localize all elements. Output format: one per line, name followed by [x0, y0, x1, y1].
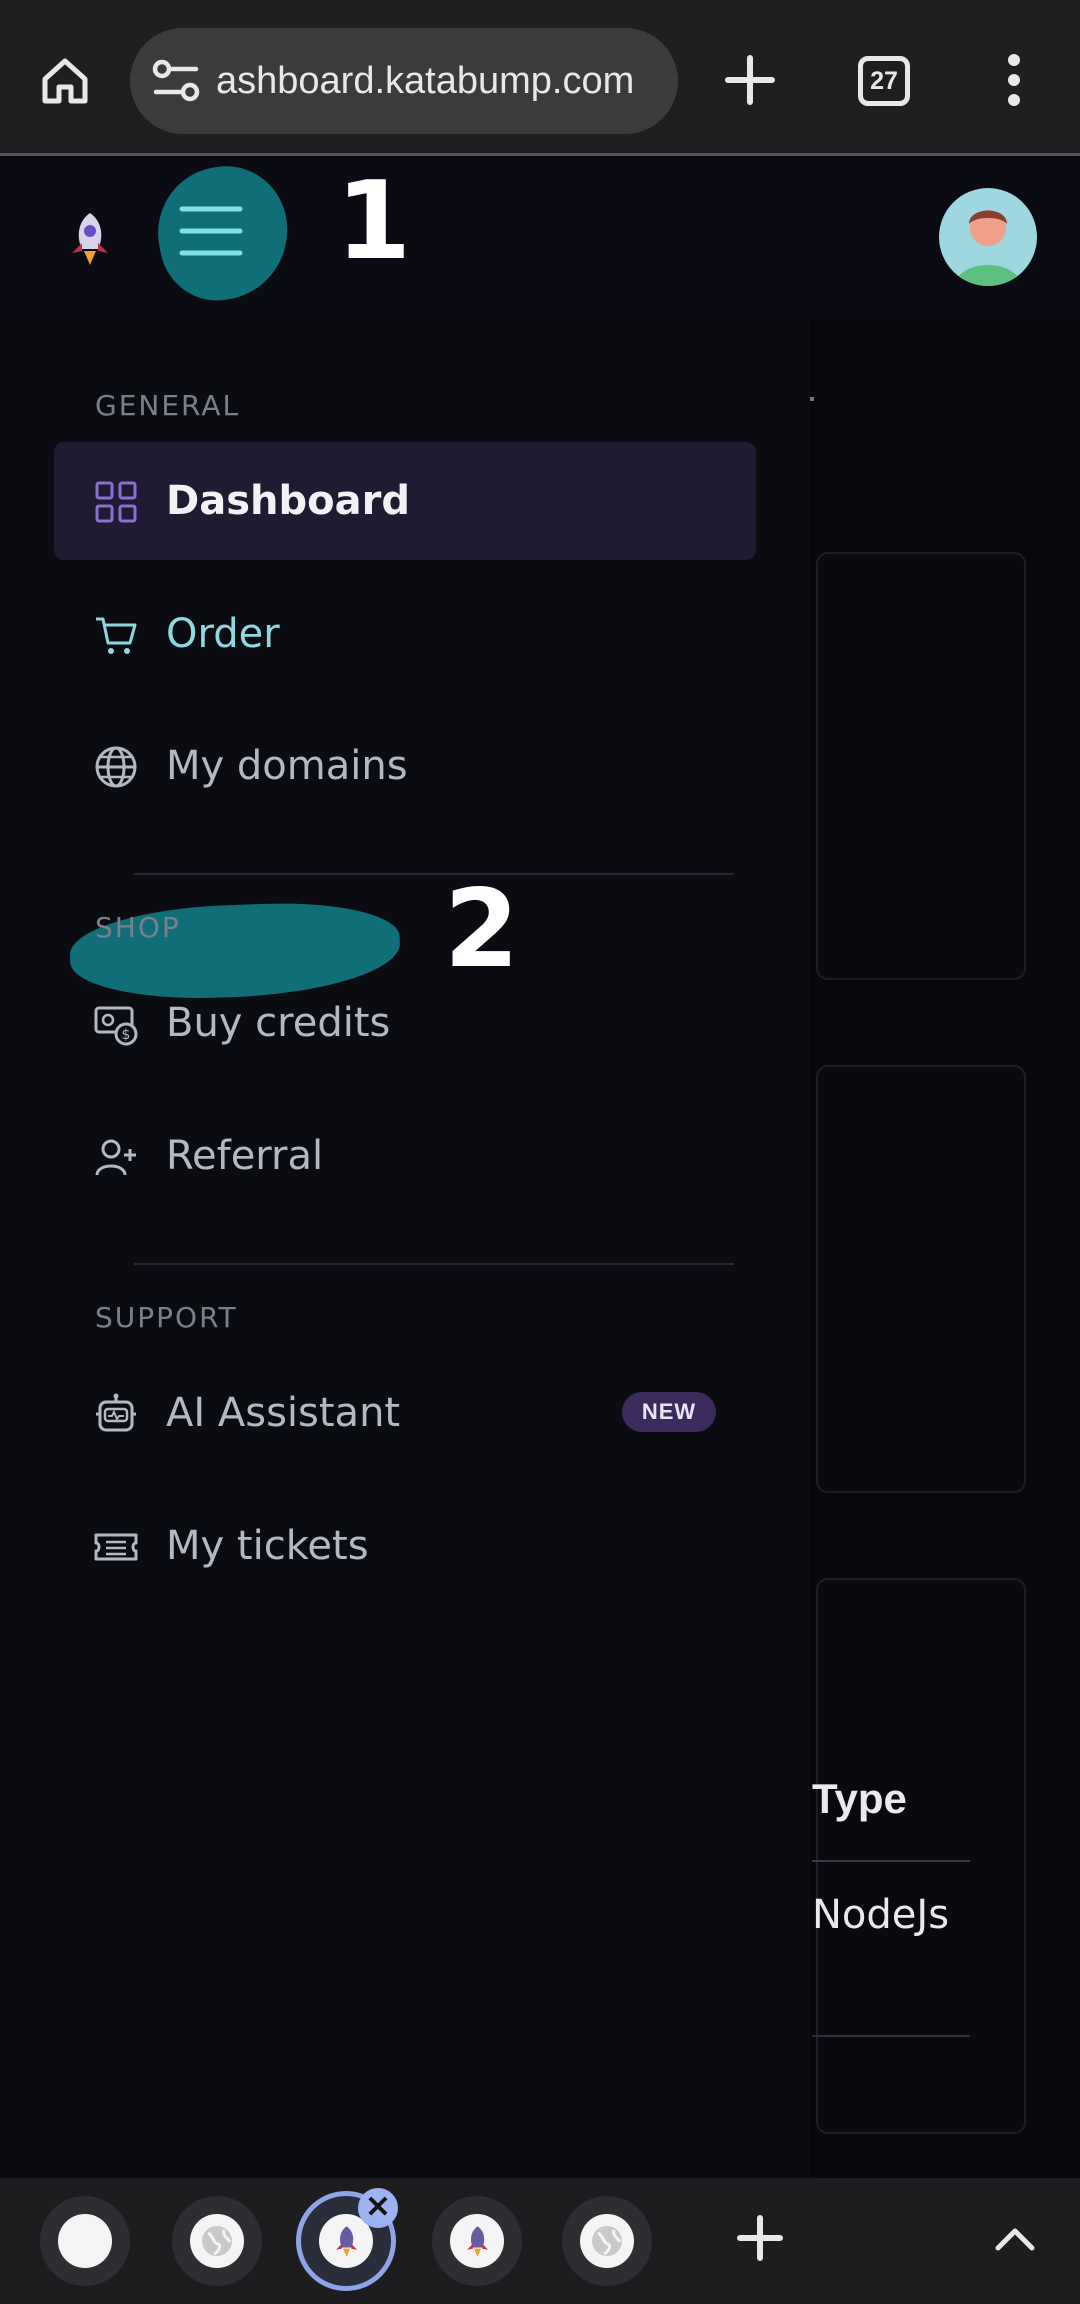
sidebar-item-label: My tickets: [166, 1523, 369, 1569]
section-label-support: SUPPORT: [95, 1301, 238, 1334]
browser-toolbar: ashboard.katabump.com 27: [0, 0, 1080, 156]
sidebar-drawer: GENERAL Dashboard Order 2 My domains SHO…: [0, 319, 810, 2179]
globe-icon: [190, 2214, 244, 2268]
home-icon[interactable]: [30, 46, 100, 116]
add-user-icon: [95, 1139, 136, 1176]
site-settings-icon[interactable]: [150, 56, 202, 106]
tab-strip: ✕: [0, 2178, 1080, 2304]
tab-chip[interactable]: [432, 2196, 522, 2286]
tab-chip[interactable]: [40, 2196, 130, 2286]
robot-icon: [96, 1393, 136, 1432]
content-card: [816, 1578, 1026, 2134]
table-header-type: Type: [812, 1775, 907, 1822]
grid-icon: [95, 481, 137, 523]
section-divider: [134, 1263, 734, 1265]
content-card: [816, 1065, 1026, 1493]
annotation-number-1: 1: [336, 159, 412, 284]
globe-icon: [95, 746, 137, 788]
more-menu-icon[interactable]: [990, 50, 1038, 110]
table-divider: [812, 1860, 970, 1862]
new-tab-plus-icon[interactable]: [718, 48, 782, 112]
tab-chip[interactable]: [172, 2196, 262, 2286]
section-label-shop: SHOP: [95, 911, 181, 944]
sidebar-item-ai-assistant[interactable]: AI Assistant NEW: [54, 1354, 756, 1472]
tab-switcher-button[interactable]: 27: [858, 56, 910, 106]
close-tab-icon[interactable]: ✕: [358, 2188, 398, 2228]
section-divider: [134, 873, 734, 875]
table-divider: [812, 2035, 970, 2037]
money-icon: $: [94, 1006, 138, 1046]
section-label-general: GENERAL: [95, 389, 241, 422]
new-badge: NEW: [622, 1392, 716, 1432]
sidebar-item-buy-credits[interactable]: $ Buy credits: [54, 964, 756, 1082]
ticket-icon: [94, 1533, 138, 1561]
tab-chip[interactable]: [562, 2196, 652, 2286]
sidebar-item-label: Referral: [166, 1133, 324, 1179]
cart-icon: [96, 617, 137, 654]
sidebar-item-order[interactable]: Order: [54, 575, 756, 693]
url-text[interactable]: ashboard.katabump.com: [216, 28, 666, 134]
sidebar-item-label: Order: [166, 611, 280, 657]
globe-icon: [580, 2214, 634, 2268]
sidebar-item-my-domains[interactable]: My domains: [54, 707, 756, 825]
sidebar-item-label: Dashboard: [166, 478, 410, 524]
sidebar-item-dashboard[interactable]: Dashboard: [54, 442, 756, 560]
sidebar-item-referral[interactable]: Referral: [54, 1097, 756, 1215]
screen: ashboard.katabump.com 27 1 Type NodeJs G…: [0, 0, 1080, 2304]
app-header: 1: [0, 154, 1080, 319]
sidebar-item-my-tickets[interactable]: My tickets: [54, 1487, 756, 1605]
chevron-up-icon[interactable]: [990, 2218, 1040, 2258]
address-bar[interactable]: ashboard.katabump.com: [130, 28, 678, 134]
decorative-dot: [810, 397, 814, 401]
rocket-icon: [450, 2214, 504, 2268]
sidebar-item-label: Buy credits: [166, 1000, 391, 1046]
blank-page-icon: [58, 2214, 112, 2268]
svg-text:$: $: [122, 1027, 131, 1043]
table-cell-type: NodeJs: [812, 1892, 950, 1938]
sidebar-item-label: My domains: [166, 743, 408, 789]
avatar[interactable]: [939, 188, 1037, 286]
hamburger-menu-icon[interactable]: [178, 201, 244, 261]
content-card: [816, 552, 1026, 980]
rocket-logo-icon[interactable]: [60, 209, 118, 267]
sidebar-item-label: AI Assistant: [166, 1390, 401, 1436]
add-tab-plus-icon[interactable]: [730, 2208, 790, 2268]
